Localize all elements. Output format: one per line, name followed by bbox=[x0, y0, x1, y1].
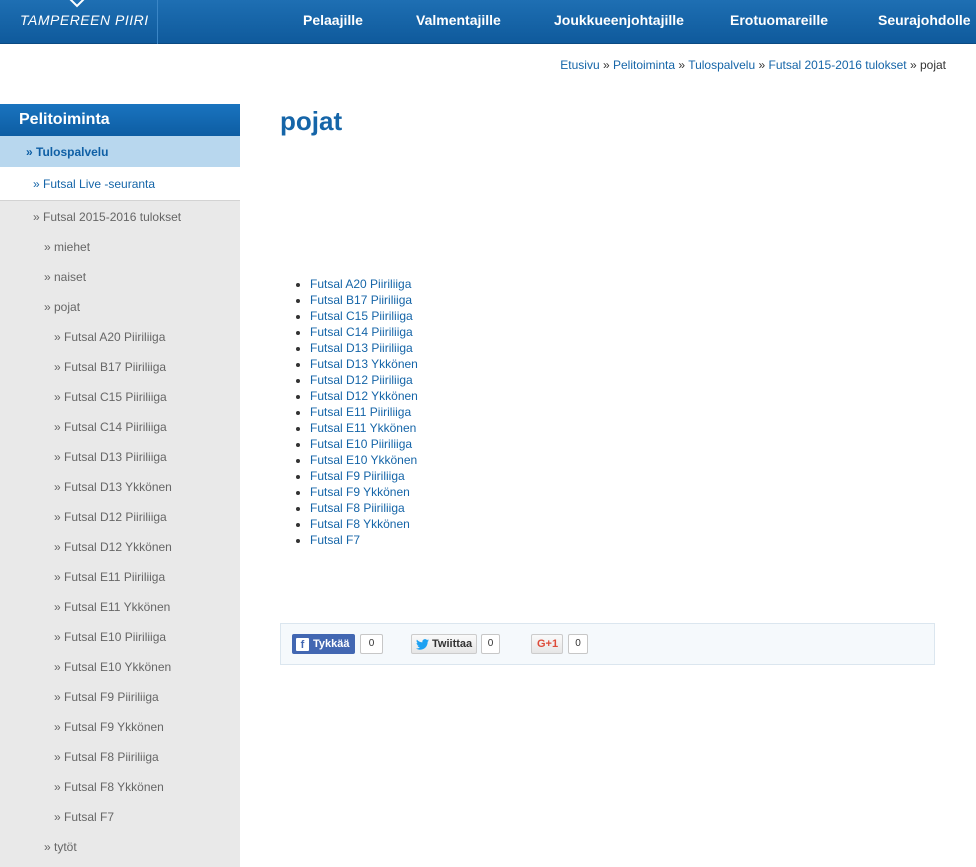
nav-erotuomareille[interactable]: Erotuomareille bbox=[730, 12, 828, 28]
breadcrumb-current: pojat bbox=[919, 58, 946, 72]
sidebar-item-futsal-season[interactable]: » Futsal 2015-2016 tulokset bbox=[33, 210, 181, 224]
sidebar-league-item[interactable]: » Futsal E10 Ykkönen bbox=[54, 660, 171, 674]
sidebar: Pelitoiminta » Tulospalvelu » Futsal Liv… bbox=[0, 104, 240, 867]
nav-valmentajille[interactable]: Valmentajille bbox=[416, 12, 501, 28]
league-link[interactable]: Futsal E11 Piiriliiga bbox=[310, 404, 418, 420]
league-link[interactable]: Futsal F9 Ykkönen bbox=[310, 484, 418, 500]
facebook-icon: f bbox=[296, 637, 309, 651]
google-plus-icon: G+1 bbox=[537, 638, 559, 650]
league-link[interactable]: Futsal A20 Piiriliiga bbox=[310, 276, 418, 292]
twitter-tweet-label: Twiittaa bbox=[432, 638, 473, 650]
sidebar-heading: Pelitoiminta bbox=[0, 104, 240, 136]
league-link[interactable]: Futsal B17 Piiriliiga bbox=[310, 292, 418, 308]
sidebar-league-item[interactable]: » Futsal C14 Piiriliiga bbox=[54, 420, 167, 434]
facebook-like-count: 0 bbox=[360, 634, 383, 654]
sidebar-item-miehet[interactable]: » miehet bbox=[44, 240, 90, 254]
league-link[interactable]: Futsal D13 Piiriliiga bbox=[310, 340, 418, 356]
sidebar-item-futsal-live[interactable]: » Futsal Live -seuranta bbox=[33, 177, 155, 191]
top-nav-bar: TAMPEREEN PIIRI Pelaajille Valmentajille… bbox=[0, 0, 976, 44]
sidebar-item-pojat[interactable]: » pojat bbox=[44, 300, 80, 314]
league-link[interactable]: Futsal E10 Piiriliiga bbox=[310, 436, 418, 452]
breadcrumb-separator: » bbox=[678, 58, 686, 72]
league-link[interactable]: Futsal E11 Ykkönen bbox=[310, 420, 418, 436]
breadcrumb-tulospalvelu[interactable]: Tulospalvelu bbox=[688, 58, 755, 72]
sidebar-item-naiset[interactable]: » naiset bbox=[44, 270, 86, 284]
breadcrumb-pelitoiminta[interactable]: Pelitoiminta bbox=[613, 58, 675, 72]
facebook-like-label: Tykkää bbox=[313, 638, 350, 650]
league-link[interactable]: Futsal F9 Piiriliiga bbox=[310, 468, 418, 484]
breadcrumb: Etusivu » Pelitoiminta » Tulospalvelu » … bbox=[560, 58, 946, 72]
league-link[interactable]: Futsal F8 Piiriliiga bbox=[310, 500, 418, 516]
sidebar-league-item[interactable]: » Futsal D12 Ykkönen bbox=[54, 540, 172, 554]
breadcrumb-separator: » bbox=[602, 58, 610, 72]
sidebar-league-item[interactable]: » Futsal D13 Ykkönen bbox=[54, 480, 172, 494]
sidebar-league-item[interactable]: » Futsal E10 Piiriliiga bbox=[54, 630, 166, 644]
league-link[interactable]: Futsal D12 Piiriliiga bbox=[310, 372, 418, 388]
sidebar-league-item[interactable]: » Futsal B17 Piiriliiga bbox=[54, 360, 166, 374]
facebook-like-button[interactable]: f Tykkää bbox=[292, 634, 355, 654]
league-link[interactable]: Futsal F8 Ykkönen bbox=[310, 516, 418, 532]
google-plus-button[interactable]: G+1 bbox=[531, 634, 563, 654]
breadcrumb-etusivu[interactable]: Etusivu bbox=[560, 58, 599, 72]
twitter-tweet-button[interactable]: Twiittaa bbox=[411, 634, 477, 654]
sidebar-item-tulospalvelu[interactable]: » Tulospalvelu bbox=[0, 136, 240, 167]
sidebar-league-item[interactable]: » Futsal E11 Ykkönen bbox=[54, 600, 170, 614]
sidebar-league-item[interactable]: » Futsal F7 bbox=[54, 810, 114, 824]
nav-joukkueenjohtajille[interactable]: Joukkueenjohtajille bbox=[554, 12, 684, 28]
nav-pelaajille[interactable]: Pelaajille bbox=[303, 12, 363, 28]
logo-chevron-icon bbox=[69, 0, 85, 8]
sidebar-league-item[interactable]: » Futsal D13 Piiriliiga bbox=[54, 450, 167, 464]
sidebar-league-item[interactable]: » Futsal C15 Piiriliiga bbox=[54, 390, 167, 404]
league-link[interactable]: Futsal C14 Piiriliiga bbox=[310, 324, 418, 340]
league-link[interactable]: Futsal D13 Ykkönen bbox=[310, 356, 418, 372]
sidebar-league-item[interactable]: » Futsal F8 Ykkönen bbox=[54, 780, 164, 794]
nav-seurajohdolle[interactable]: Seurajohdolle bbox=[878, 12, 971, 28]
logo-text: TAMPEREEN PIIRI bbox=[20, 12, 149, 28]
league-link-list: Futsal A20 PiiriliigaFutsal B17 Piirilii… bbox=[298, 276, 418, 548]
sidebar-league-item[interactable]: » Futsal F9 Ykkönen bbox=[54, 720, 164, 734]
sidebar-league-item[interactable]: » Futsal D12 Piiriliiga bbox=[54, 510, 167, 524]
league-link[interactable]: Futsal F7 bbox=[310, 532, 418, 548]
twitter-bird-icon bbox=[416, 638, 429, 650]
league-link[interactable]: Futsal D12 Ykkönen bbox=[310, 388, 418, 404]
sidebar-league-item[interactable]: » Futsal F9 Piiriliiga bbox=[54, 690, 159, 704]
league-link[interactable]: Futsal E10 Ykkönen bbox=[310, 452, 418, 468]
google-plus-count: 0 bbox=[568, 634, 588, 654]
site-logo[interactable]: TAMPEREEN PIIRI bbox=[0, 0, 158, 44]
sidebar-league-item[interactable]: » Futsal E11 Piiriliiga bbox=[54, 570, 165, 584]
social-share-bar: f Tykkää 0 Twiittaa 0 G+1 0 bbox=[280, 623, 935, 665]
breadcrumb-separator: » bbox=[758, 58, 766, 72]
league-link[interactable]: Futsal C15 Piiriliiga bbox=[310, 308, 418, 324]
sidebar-league-item[interactable]: » Futsal A20 Piiriliiga bbox=[54, 330, 165, 344]
sidebar-item-tytot[interactable]: » tytöt bbox=[44, 840, 77, 854]
page-title: pojat bbox=[280, 106, 343, 136]
breadcrumb-separator: » bbox=[909, 58, 917, 72]
sidebar-league-item[interactable]: » Futsal F8 Piiriliiga bbox=[54, 750, 159, 764]
breadcrumb-futsal-tulokset[interactable]: Futsal 2015-2016 tulokset bbox=[769, 58, 907, 72]
twitter-tweet-count: 0 bbox=[481, 634, 500, 654]
